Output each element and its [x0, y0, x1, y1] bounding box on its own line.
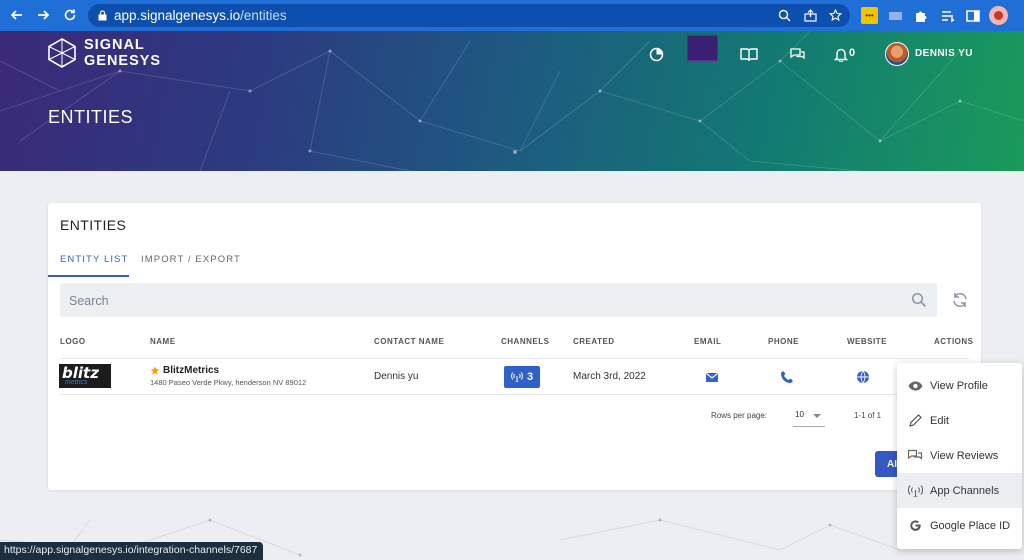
- refresh-icon[interactable]: [951, 291, 969, 309]
- column-header-phone: PHONE: [768, 337, 799, 346]
- browser-toolbar: app.signalgenesys.io/entities •••: [0, 0, 1024, 31]
- menu-item-view-reviews[interactable]: View Reviews: [897, 438, 1022, 473]
- zoom-icon[interactable]: [778, 9, 791, 22]
- status-bar-url: https://app.signalgenesys.io/integration…: [0, 542, 264, 560]
- profile-icon[interactable]: [989, 6, 1008, 25]
- menu-item-edit[interactable]: Edit: [897, 403, 1022, 438]
- chevron-down-icon: [813, 414, 821, 418]
- search-placeholder: Search: [69, 294, 109, 308]
- hero-banner: SIGNAL GENESYS ENTITIES 0 DENNIS YU: [0, 31, 1024, 171]
- column-header-created: CREATED: [573, 337, 615, 346]
- back-icon[interactable]: [6, 4, 28, 26]
- entity-address: 1480 Paseo Verde Pkwy, henderson NV 8901…: [150, 378, 307, 387]
- extension-icon[interactable]: •••: [861, 7, 878, 24]
- sidebar-icon[interactable]: [964, 7, 981, 24]
- column-header-contact: CONTACT NAME: [374, 337, 445, 346]
- entities-card: ENTITIES ENTITY LIST IMPORT / EXPORT Sea…: [48, 203, 981, 490]
- star-icon: [150, 366, 160, 375]
- email-icon[interactable]: [705, 370, 719, 384]
- menu-item-google-place-id[interactable]: Google Place ID: [897, 508, 1022, 543]
- url-text: app.signalgenesys.io/entities: [114, 8, 287, 23]
- tab-entity-list[interactable]: ENTITY LIST: [60, 254, 128, 265]
- page-range: 1-1 of 1: [854, 411, 882, 420]
- tab-import-export[interactable]: IMPORT / EXPORT: [141, 254, 241, 265]
- logo-line2: GENESYS: [84, 53, 162, 69]
- bell-icon[interactable]: [832, 45, 850, 63]
- book-icon[interactable]: [740, 45, 758, 63]
- star-bookmark-icon[interactable]: [829, 9, 842, 22]
- actions-menu: View Profile Edit View Reviews App Chann…: [897, 363, 1022, 549]
- entity-logo: blitz metrics: [59, 364, 111, 388]
- avatar[interactable]: [885, 42, 909, 66]
- rows-per-page-label: Rows per page:: [711, 411, 768, 420]
- chat-icon: [907, 448, 923, 464]
- thumbnail-image[interactable]: [687, 35, 718, 61]
- reload-icon[interactable]: [59, 4, 81, 26]
- broadcast-icon: [907, 483, 923, 499]
- pencil-icon: [907, 413, 923, 429]
- card-title: ENTITIES: [60, 217, 127, 233]
- search-input[interactable]: Search: [60, 283, 937, 317]
- google-icon: [907, 518, 923, 534]
- table-divider: [60, 358, 969, 359]
- logo-line1: SIGNAL: [84, 37, 145, 53]
- app-logo[interactable]: SIGNAL GENESYS: [46, 37, 161, 69]
- created-date: March 3rd, 2022: [573, 371, 646, 382]
- forward-icon[interactable]: [32, 4, 54, 26]
- menu-item-view-profile[interactable]: View Profile: [897, 368, 1022, 403]
- contact-name: Dennis yu: [374, 371, 419, 382]
- analytics-icon[interactable]: [647, 45, 665, 63]
- column-header-actions: ACTIONS: [934, 337, 974, 346]
- address-bar[interactable]: app.signalgenesys.io/entities: [88, 4, 850, 27]
- column-header-email: EMAIL: [694, 337, 722, 346]
- broadcast-icon: [510, 372, 523, 382]
- lock-icon: [98, 10, 107, 21]
- table-divider: [60, 394, 969, 395]
- signal-genesys-logo-icon: [48, 38, 76, 68]
- active-tab-indicator: [48, 275, 129, 277]
- page-title: ENTITIES: [48, 107, 134, 127]
- notification-count: 0: [849, 47, 856, 59]
- reading-list-icon[interactable]: [939, 7, 956, 24]
- column-header-channels: CHANNELS: [501, 337, 550, 346]
- extension-blank-icon[interactable]: [887, 7, 904, 24]
- user-name[interactable]: DENNIS YU: [915, 48, 973, 59]
- globe-icon[interactable]: [856, 370, 870, 384]
- messages-icon[interactable]: [788, 45, 806, 63]
- entity-name[interactable]: BlitzMetrics: [150, 365, 219, 376]
- rows-per-page-select[interactable]: 10: [793, 407, 825, 427]
- column-header-logo: LOGO: [60, 337, 86, 346]
- column-header-name: NAME: [150, 337, 176, 346]
- channels-button[interactable]: 3: [504, 366, 540, 388]
- search-icon[interactable]: [911, 292, 927, 308]
- phone-icon[interactable]: [780, 370, 794, 384]
- puzzle-icon[interactable]: [912, 7, 929, 24]
- menu-item-app-channels[interactable]: App Channels: [897, 473, 1022, 508]
- eye-icon: [907, 378, 923, 394]
- column-header-website: WEBSITE: [847, 337, 887, 346]
- share-icon[interactable]: [804, 9, 817, 22]
